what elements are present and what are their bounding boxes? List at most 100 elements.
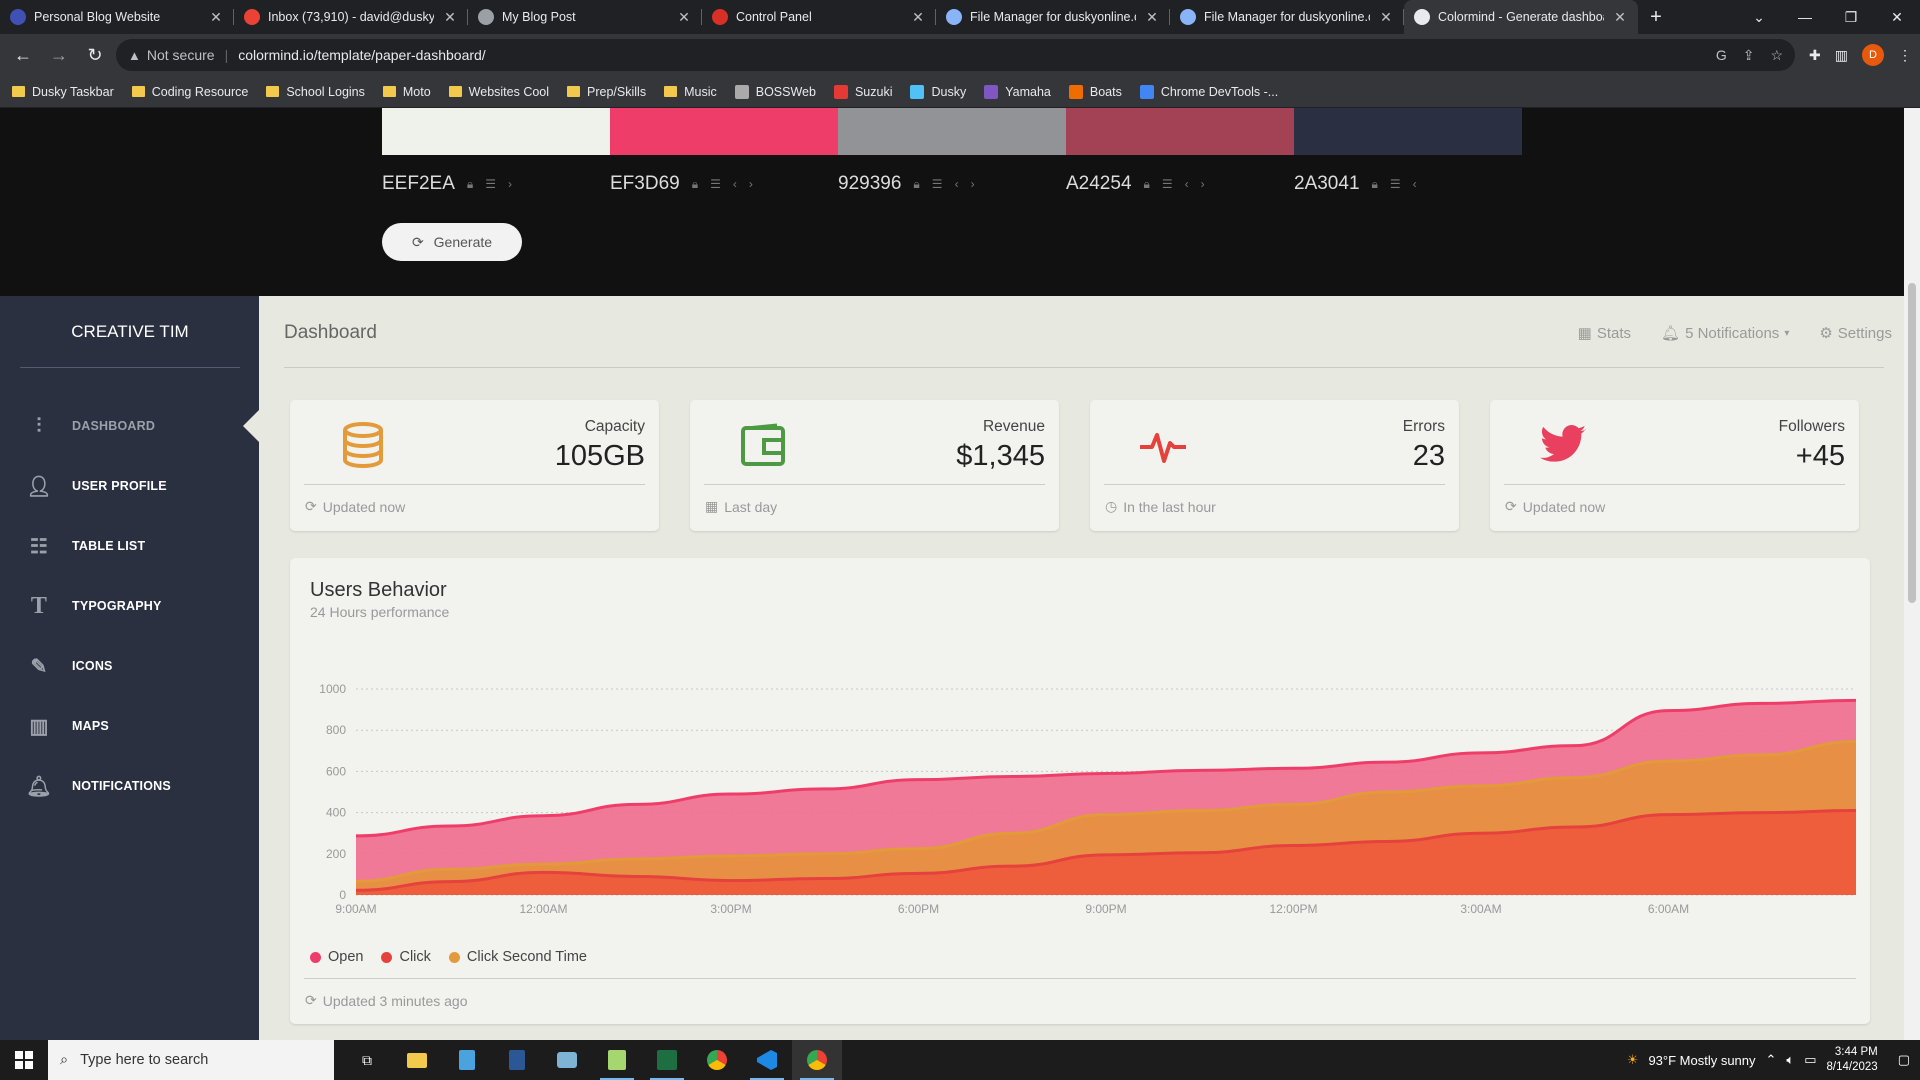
sidebar-item-table-list[interactable]: ☷ TABLE LIST (0, 516, 259, 576)
new-tab-button[interactable]: + (1638, 0, 1674, 34)
browser-tab[interactable]: Colormind - Generate dashboar ✕ (1404, 0, 1638, 34)
chevron-right-icon[interactable]: › (971, 177, 975, 191)
bookmark-item[interactable]: Prep/Skills (567, 85, 646, 99)
bookmark-item[interactable]: BOSSWeb (734, 84, 816, 99)
browser-tab[interactable]: Personal Blog Website ✕ (0, 0, 234, 34)
adjust-icon[interactable]: ☰ (1162, 177, 1173, 191)
profile-avatar[interactable]: D (1862, 44, 1884, 66)
bookmark-item[interactable]: Moto (382, 85, 431, 99)
bookmark-item[interactable]: Websites Cool (448, 85, 549, 99)
chevron-right-icon[interactable]: › (1201, 177, 1205, 191)
browser-tab[interactable]: File Manager for duskyonline.co ✕ (936, 0, 1170, 34)
bookmark-item[interactable]: Boats (1068, 84, 1122, 99)
chevron-left-icon[interactable]: ‹ (1185, 177, 1189, 191)
page-title[interactable]: Dashboard (284, 322, 377, 344)
share-icon[interactable]: ⇪ (1743, 47, 1755, 64)
bookmark-item[interactable]: Yamaha (984, 84, 1051, 99)
notepad-icon[interactable] (442, 1040, 492, 1080)
notification-center-icon[interactable]: ▢ (1898, 1052, 1910, 1068)
sidebar-item-user-profile[interactable]: 👤︎ USER PROFILE (0, 456, 259, 516)
extensions-puzzle-icon[interactable]: ✚ (1809, 47, 1821, 64)
sidebar-item-notifications[interactable]: 🔔︎ NOTIFICATIONS (0, 756, 259, 816)
lock-icon[interactable]: 🔒︎ (467, 177, 473, 192)
chevron-right-icon[interactable]: › (749, 177, 753, 191)
menu-kebab-icon[interactable]: ⋮ (1898, 47, 1912, 64)
close-tab-icon[interactable]: ✕ (1144, 9, 1160, 26)
color-swatch[interactable] (382, 108, 610, 155)
adjust-icon[interactable]: ☰ (485, 177, 496, 191)
taskbar-search[interactable]: ⌕ Type here to search (48, 1040, 334, 1080)
sidebar-item-maps[interactable]: ▥ MAPS (0, 696, 259, 756)
reload-button[interactable]: ↻ (80, 40, 110, 70)
color-code[interactable]: 929396 (838, 173, 901, 195)
bookmark-item[interactable]: Music (664, 85, 717, 99)
lock-icon[interactable]: 🔒︎ (1144, 177, 1150, 192)
file-explorer-icon[interactable] (392, 1040, 442, 1080)
adjust-icon[interactable]: ☰ (932, 177, 943, 191)
bookmark-item[interactable]: Chrome DevTools -... (1139, 84, 1278, 99)
browser-tab[interactable]: File Manager for duskyonline.co ✕ (1170, 0, 1404, 34)
close-tab-icon[interactable]: ✕ (910, 9, 926, 26)
adjust-icon[interactable]: ☰ (710, 177, 721, 191)
page-scrollbar[interactable] (1904, 108, 1920, 1040)
color-swatch[interactable] (610, 108, 838, 155)
bookmark-star-icon[interactable]: ☆ (1770, 47, 1783, 64)
close-tab-icon[interactable]: ✕ (442, 9, 458, 26)
forward-button[interactable]: → (44, 40, 74, 70)
lock-icon[interactable]: 🔒︎ (1372, 177, 1378, 192)
close-tab-icon[interactable]: ✕ (676, 9, 692, 26)
start-button[interactable] (0, 1040, 48, 1080)
chrome-icon[interactable] (692, 1040, 742, 1080)
scrollbar-thumb[interactable] (1908, 283, 1916, 603)
sidebar-item-typography[interactable]: T TYPOGRAPHY (0, 576, 259, 636)
browser-tab[interactable]: My Blog Post ✕ (468, 0, 702, 34)
weather-text[interactable]: 93°F Mostly sunny (1648, 1053, 1755, 1068)
chevron-right-icon[interactable]: › (508, 177, 512, 191)
chrome-dev-icon[interactable] (792, 1040, 842, 1080)
back-button[interactable]: ← (8, 40, 38, 70)
bookmark-item[interactable]: Suzuki (833, 84, 892, 99)
adjust-icon[interactable]: ☰ (1390, 177, 1401, 191)
nav-stats[interactable]: ▦ Stats (1578, 324, 1631, 343)
chevron-up-icon[interactable]: ⌃ (1766, 1052, 1777, 1068)
chevron-left-icon[interactable]: ‹ (955, 177, 959, 191)
color-code[interactable]: A24254 (1066, 173, 1132, 195)
app-icon[interactable] (542, 1040, 592, 1080)
task-view-icon[interactable]: ⧉ (342, 1040, 392, 1080)
bookmark-item[interactable]: School Logins (266, 85, 365, 99)
color-code[interactable]: EEF2EA (382, 173, 455, 195)
sidebar-item-dashboard[interactable]: ⫶ DASHBOARD (0, 396, 259, 456)
clock[interactable]: 3:44 PM 8/14/2023 (1827, 1045, 1878, 1075)
close-tab-icon[interactable]: ✕ (208, 9, 224, 26)
excel-icon[interactable] (642, 1040, 692, 1080)
notepadplusplus-icon[interactable] (592, 1040, 642, 1080)
close-tab-icon[interactable]: ✕ (1612, 9, 1628, 26)
chevron-left-icon[interactable]: ‹ (733, 177, 737, 191)
bookmark-item[interactable]: Dusky (910, 84, 966, 99)
generate-button[interactable]: ⟳ Generate (382, 223, 522, 261)
lock-icon[interactable]: 🔒︎ (913, 177, 919, 192)
bookmark-item[interactable]: Dusky Taskbar (12, 85, 114, 99)
color-code[interactable]: EF3D69 (610, 173, 680, 195)
calculator-icon[interactable] (492, 1040, 542, 1080)
minimize-button[interactable]: — (1782, 0, 1828, 34)
sidebar-item-icons[interactable]: ✎ ICONS (0, 636, 259, 696)
browser-tab[interactable]: Inbox (73,910) - david@dusky.co ✕ (234, 0, 468, 34)
tab-search-icon[interactable]: ⌄ (1736, 0, 1782, 34)
nav-notifications[interactable]: 🔔︎ 5 Notifications ▾ (1661, 324, 1789, 343)
side-panel-icon[interactable]: ▥ (1835, 47, 1848, 64)
chevron-left-icon[interactable]: ‹ (1413, 177, 1417, 191)
omnibox[interactable]: ▲ Not secure | colormind.io/template/pap… (116, 39, 1796, 71)
bookmark-item[interactable]: Coding Resource (131, 85, 248, 99)
nav-settings[interactable]: ⚙ Settings (1819, 324, 1892, 343)
network-icon[interactable]: ▭ (1804, 1052, 1816, 1068)
speaker-icon[interactable]: 🔈︎ (1786, 1052, 1794, 1068)
vscode-icon[interactable] (742, 1040, 792, 1080)
close-tab-icon[interactable]: ✕ (1378, 9, 1394, 26)
restore-button[interactable]: ❐ (1828, 0, 1874, 34)
browser-tab[interactable]: Control Panel ✕ (702, 0, 936, 34)
color-swatch[interactable] (1294, 108, 1522, 155)
color-code[interactable]: 2A3041 (1294, 173, 1360, 195)
close-window-button[interactable]: ✕ (1874, 0, 1920, 34)
color-swatch[interactable] (838, 108, 1066, 155)
